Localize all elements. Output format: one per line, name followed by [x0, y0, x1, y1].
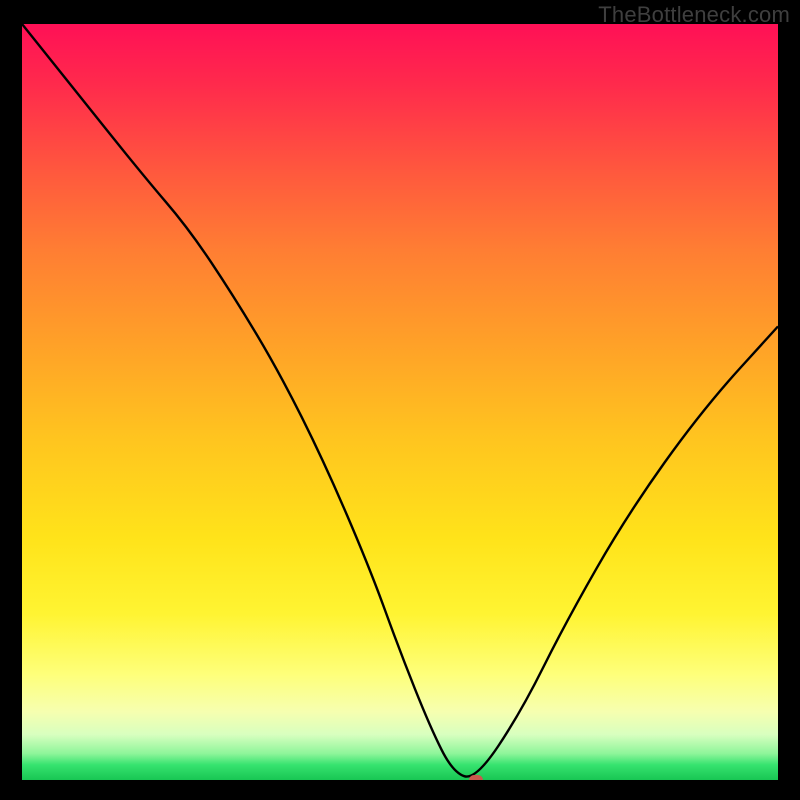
plot-area [22, 24, 778, 780]
curve-path [22, 24, 778, 777]
bottleneck-curve [22, 24, 778, 780]
optimal-point-marker [469, 775, 483, 780]
watermark-text: TheBottleneck.com [598, 2, 790, 28]
chart-frame: TheBottleneck.com [0, 0, 800, 800]
